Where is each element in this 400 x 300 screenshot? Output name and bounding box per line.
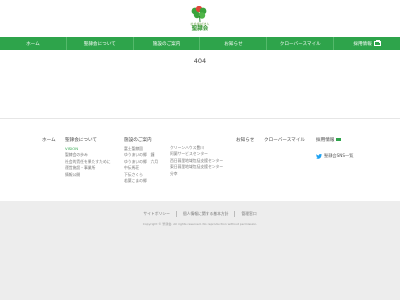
footer-link-clover-smile[interactable]: クローバースマイル [264, 137, 305, 143]
footer-policy-links: サイトポリシー 個人情報に関する基本方針 管理窓口 [0, 211, 400, 217]
nav-item-clover-smile[interactable]: クローバースマイル [267, 37, 335, 50]
footer-facilities-title[interactable]: 施設のご案内 [124, 137, 158, 143]
footer-sns-label: 聖隷会SNS一覧 [324, 153, 354, 158]
global-nav: ホーム 聖隷会について 施設のご案内 お知らせ クローバースマイル 採用情報 [0, 37, 400, 50]
footer-link-news[interactable]: お知らせ [236, 137, 254, 143]
nav-label: お知らせ [224, 41, 243, 47]
copyright-text: Copyright © 聖隷会. All rights reserved. No… [142, 222, 258, 226]
footer-facility-link[interactable]: 若葉こまの郷 [124, 178, 158, 184]
footer-col-clover: クローバースマイル [264, 137, 305, 146]
external-link-icon [336, 138, 341, 141]
footer-link-home[interactable]: ホーム [42, 137, 56, 143]
footer-link-recruit[interactable]: 採用情報 [316, 137, 353, 143]
nav-item-facilities[interactable]: 施設のご案内 [134, 37, 201, 50]
footer-facility-link[interactable]: ゆうあいの郷 鐘 [124, 152, 158, 158]
site-policy-link[interactable]: サイトポリシー [137, 211, 177, 217]
nav-label: クローバースマイル [279, 41, 321, 47]
footer-col-home: ホーム [42, 137, 56, 146]
footer-about-title[interactable]: 聖隷会について [65, 137, 111, 143]
nav-label: 施設のご案内 [152, 41, 181, 47]
nav-label: 採用情報 [353, 41, 372, 47]
site-logo[interactable]: 社会福祉法人 聖隷会 [180, 6, 220, 33]
twitter-icon [316, 153, 322, 159]
footer-bottom: サイトポリシー 個人情報に関する基本方針 管理窓口 Copyright © 聖隷… [0, 201, 400, 300]
footer-facility-link[interactable]: 東日暮里地域包括支援センター [170, 164, 223, 170]
privacy-policy-link[interactable]: 個人情報に関する基本方針 [177, 211, 236, 217]
contact-window-link[interactable]: 管理窓口 [235, 211, 262, 217]
footer-col-recruit: 採用情報 聖隷会SNS一覧 [316, 137, 353, 159]
nav-label: ホーム [26, 41, 40, 47]
footer-col-news: お知らせ [236, 137, 254, 146]
footer-recruit-label: 採用情報 [316, 138, 335, 143]
nav-item-recruit[interactable]: 採用情報 [334, 37, 400, 50]
clover-logo-icon [191, 6, 207, 23]
nav-item-news[interactable]: お知らせ [200, 37, 268, 50]
footer-col-facilities-2: クリーンハウス豊川 阿蘭サービスセンター 西日暮里地域包括支援センター 東日暮里… [170, 145, 223, 177]
error-message: 404 [193, 57, 207, 65]
logo-name: 聖隷会 [191, 26, 209, 32]
footer-col-facilities: 施設のご案内 富士聖隷園 ゆうあいの郷 鐘 ゆうあいの郷 六月 中伝馬荘 下伝さ… [124, 137, 158, 184]
footer-about-link[interactable]: 情報公開 [65, 172, 111, 178]
footer-facility-link[interactable]: 分幸 [170, 171, 223, 177]
external-link-icon [373, 39, 381, 47]
nav-label: 聖隷会について [83, 41, 116, 47]
footer-sns-link[interactable]: 聖隷会SNS一覧 [316, 153, 353, 159]
footer-sitemap: ホーム 聖隷会について VISION 聖隷会の歩み 社会的責任を果たすために 運… [0, 118, 400, 199]
footer-col-about: 聖隷会について VISION 聖隷会の歩み 社会的責任を果たすために 運営施設・… [65, 137, 111, 178]
nav-item-home[interactable]: ホーム [0, 37, 67, 50]
nav-item-about[interactable]: 聖隷会について [67, 37, 134, 50]
